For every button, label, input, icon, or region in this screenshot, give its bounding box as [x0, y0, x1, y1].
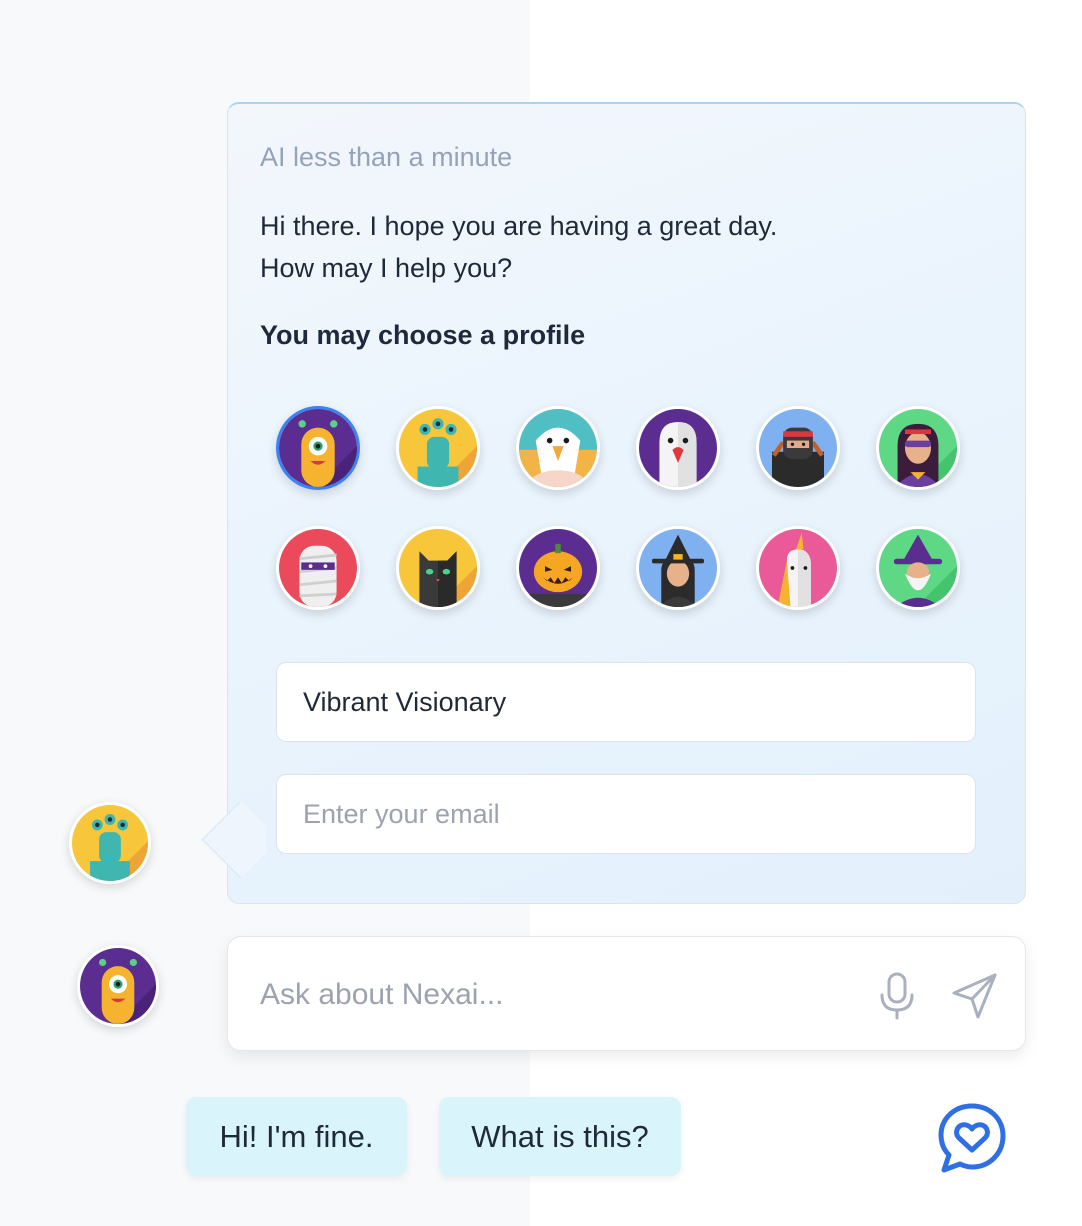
user-avatar	[77, 945, 159, 1027]
heart-chat-icon[interactable]	[934, 1100, 1010, 1176]
avatar-masked-heroine[interactable]	[876, 406, 960, 490]
chat-composer	[227, 936, 1026, 1051]
suggestion-chip-1[interactable]: Hi! I'm fine.	[186, 1097, 407, 1176]
ai-avatar	[69, 802, 151, 884]
avatar-mummy[interactable]	[276, 526, 360, 610]
avatar-black-cat[interactable]	[396, 526, 480, 610]
send-icon[interactable]	[950, 971, 1000, 1021]
message-meta: AI less than a minute	[260, 142, 513, 172]
microphone-icon[interactable]	[878, 971, 916, 1021]
message-pointer	[190, 802, 266, 878]
choose-profile-heading: You may choose a profile	[260, 320, 586, 350]
profile-name-field[interactable]	[276, 662, 976, 742]
chat-input[interactable]	[260, 967, 840, 1023]
suggestion-chip-2[interactable]: What is this?	[439, 1097, 681, 1176]
avatar-ninja[interactable]	[756, 406, 840, 490]
email-field[interactable]	[276, 774, 976, 854]
avatar-ghost[interactable]	[636, 406, 720, 490]
avatar-witch[interactable]	[636, 526, 720, 610]
avatar-eagle[interactable]	[516, 406, 600, 490]
avatar-grid	[276, 406, 976, 616]
message-text: Hi there. I hope you are having a great …	[260, 205, 777, 289]
avatar-yellow-cyclops-monster[interactable]	[276, 406, 360, 490]
message-line-2: How may I help you?	[260, 253, 513, 283]
avatar-wizard[interactable]	[876, 526, 960, 610]
avatar-unicorn[interactable]	[756, 526, 840, 610]
avatar-teal-three-eyed-alien[interactable]	[396, 406, 480, 490]
avatar-jack-o-lantern[interactable]	[516, 526, 600, 610]
message-line-1: Hi there. I hope you are having a great …	[260, 211, 778, 241]
